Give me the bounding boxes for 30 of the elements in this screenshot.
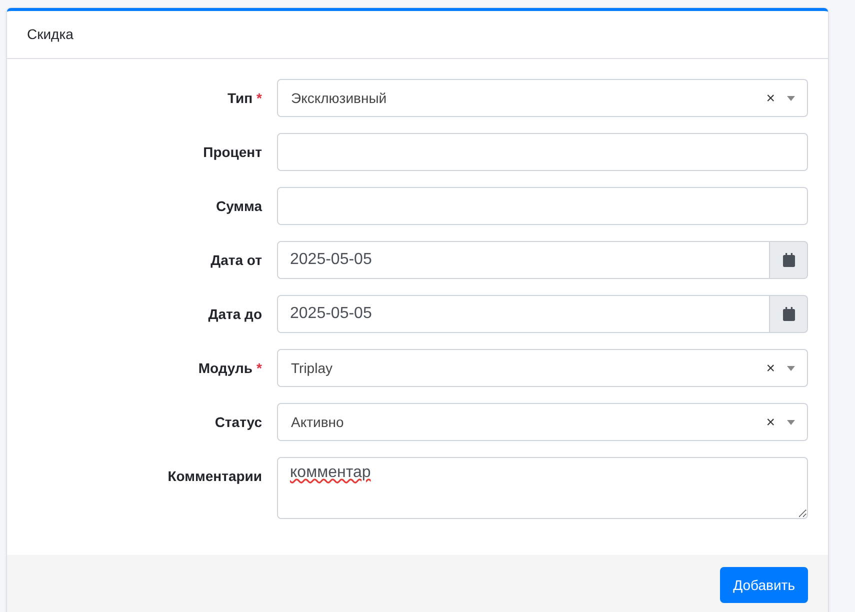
calendar-icon <box>782 307 794 321</box>
clear-icon[interactable]: × <box>766 414 775 430</box>
select-field[interactable]: Triplay × <box>277 349 808 387</box>
field-label: Тип <box>227 90 253 106</box>
required-marker: * <box>256 360 262 376</box>
date-field[interactable]: 2025-05-05 <box>277 241 770 279</box>
input-field[interactable] <box>277 133 808 171</box>
field-label: Статус <box>214 414 262 430</box>
add-button[interactable]: Добавить <box>720 567 808 603</box>
dropdown-caret-icon <box>787 420 795 424</box>
select-field[interactable]: Активно × <box>277 403 808 441</box>
date-field[interactable]: 2025-05-05 <box>277 295 770 333</box>
comment-field[interactable]: комментар <box>277 457 808 519</box>
required-marker: * <box>256 90 262 106</box>
field-label: Процент <box>203 144 262 160</box>
card-title: Скидка <box>27 26 74 42</box>
calendar-button[interactable] <box>770 295 808 333</box>
field-label: Модуль <box>198 360 253 376</box>
field-label: Сумма <box>216 198 262 214</box>
field-label: Дата до <box>208 306 262 322</box>
clear-icon[interactable]: × <box>766 90 775 106</box>
field-label: Дата от <box>210 252 262 268</box>
calendar-icon <box>782 253 794 267</box>
clear-icon[interactable]: × <box>766 360 775 376</box>
dropdown-caret-icon <box>787 366 795 370</box>
field-label: Комментарии <box>168 468 262 484</box>
dropdown-caret-icon <box>787 96 795 100</box>
input-field[interactable] <box>277 187 808 225</box>
select-field[interactable]: Эксклюзивный × <box>277 79 808 117</box>
calendar-button[interactable] <box>770 241 808 279</box>
